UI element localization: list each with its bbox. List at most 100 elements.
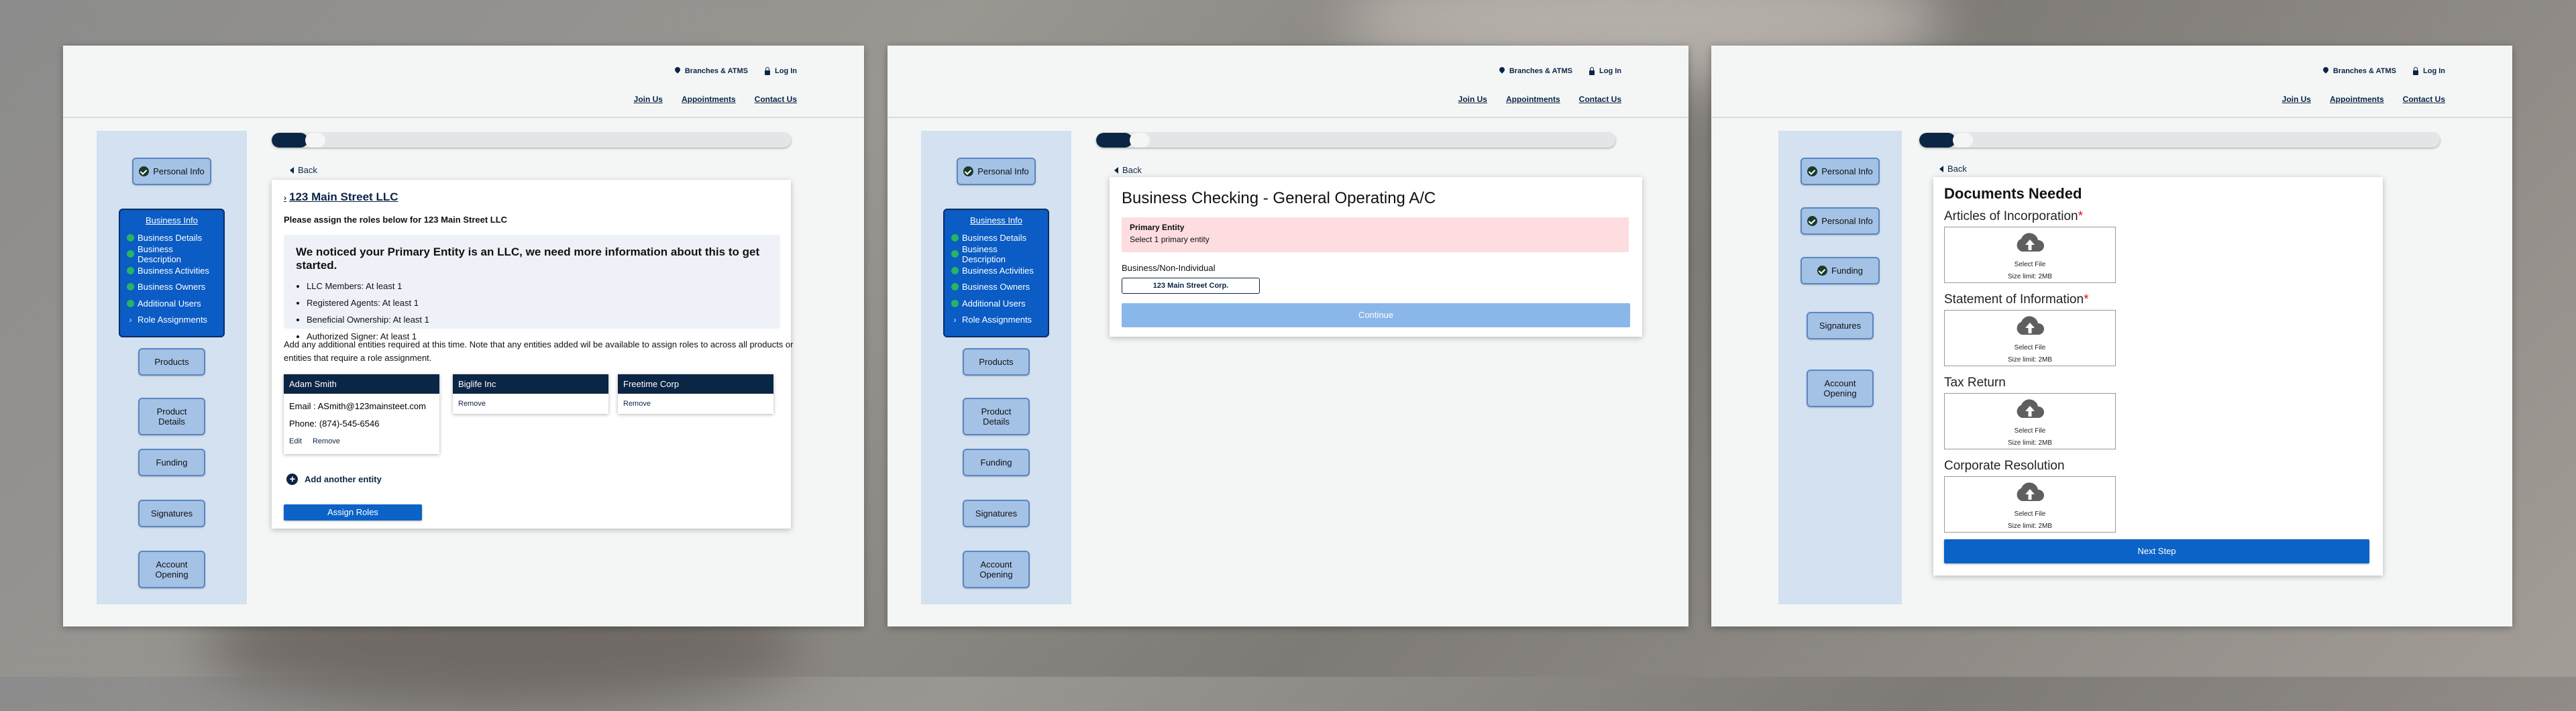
upload-cloud-icon — [2017, 482, 2045, 501]
file-upload-dropzone[interactable]: Select File Size limit: 2MB — [1944, 476, 2116, 533]
sidebar-subitem-business-description[interactable]: Business Description — [951, 244, 1041, 264]
sidebar-subitem-role-assignments[interactable]: › Role Assignments — [127, 312, 217, 329]
login-link[interactable]: Log In — [1589, 67, 1621, 75]
sidebar-item-signatures[interactable]: Signatures — [1807, 312, 1874, 339]
upload-cloud-icon — [2017, 233, 2045, 252]
nav-join-us[interactable]: Join Us — [2282, 95, 2311, 104]
sidebar-subitem-additional-users[interactable]: Additional Users — [951, 295, 1041, 312]
sidebar-item-personal-info[interactable]: Personal Info — [1801, 158, 1880, 185]
entity-email: Email : ASmith@123mainsteet.com — [289, 401, 426, 411]
select-file-label[interactable]: Select File — [1945, 427, 2115, 435]
entities-help-text: Add any additional entities required at … — [284, 339, 794, 363]
sidebar-subitem-business-owners[interactable]: Business Owners — [127, 279, 217, 296]
continue-button[interactable]: Continue — [1122, 303, 1630, 327]
sidebar-item-product-details[interactable]: Product Details — [138, 398, 205, 435]
progress-fill — [1919, 133, 1956, 148]
nav-contact-us[interactable]: Contact Us — [2403, 95, 2445, 104]
nav-appointments[interactable]: Appointments — [1506, 95, 1560, 104]
remove-entity-link[interactable]: Remove — [313, 433, 340, 450]
document-label: Corporate Resolution — [1944, 459, 2065, 474]
branches-link[interactable]: Branches & ATMS — [674, 67, 748, 75]
nav-contact-us[interactable]: Contact Us — [755, 95, 797, 104]
file-upload-dropzone[interactable]: Select File Size limit: 2MB — [1944, 310, 2116, 366]
complete-dot-icon — [951, 233, 959, 241]
sidebar-item-funding[interactable]: Funding — [1801, 257, 1880, 284]
check-circle-icon — [1817, 266, 1827, 276]
login-link[interactable]: Log In — [2412, 67, 2445, 75]
sidebar-subitem-business-owners[interactable]: Business Owners — [951, 279, 1041, 296]
back-link[interactable]: Back — [290, 165, 317, 175]
back-link[interactable]: Back — [1114, 165, 1142, 175]
sidebar-item-signatures[interactable]: Signatures — [963, 500, 1030, 527]
file-upload-dropzone[interactable]: Select File Size limit: 2MB — [1944, 393, 2116, 449]
location-pin-icon — [1499, 67, 1505, 75]
branches-link[interactable]: Branches & ATMS — [2322, 67, 2396, 75]
step-sidebar: Personal Info Business Info Business Det… — [921, 131, 1071, 604]
nav-join-us[interactable]: Join Us — [1458, 95, 1487, 104]
sidebar-subitem-additional-users[interactable]: Additional Users — [127, 295, 217, 312]
sidebar-subitem-business-description[interactable]: Business Description — [127, 244, 217, 264]
sidebar-item-product-details[interactable]: Product Details — [963, 398, 1030, 435]
product-screen: Branches & ATMS Log In Join Us Appointme… — [888, 46, 1688, 626]
sidebar-item-personal-info[interactable]: Personal Info — [1801, 207, 1880, 235]
select-file-label[interactable]: Select File — [1945, 510, 2115, 518]
login-link[interactable]: Log In — [764, 67, 797, 75]
sidebar-item-label: Business Info — [969, 215, 1023, 225]
edit-entity-link[interactable]: Edit — [289, 433, 302, 450]
documents-screen: Branches & ATMS Log In Join Us Appointme… — [1711, 46, 2512, 626]
progress-bar — [1096, 133, 1615, 148]
back-link[interactable]: Back — [1939, 164, 1967, 174]
select-file-label[interactable]: Select File — [1945, 344, 2115, 351]
remove-entity-link[interactable]: Remove — [623, 398, 651, 410]
document-name: Articles of Incorporation — [1944, 209, 2078, 223]
sidebar-item-signatures[interactable]: Signatures — [138, 500, 205, 527]
branches-link[interactable]: Branches & ATMS — [1499, 67, 1572, 75]
complete-dot-icon — [127, 266, 134, 274]
document-name: Corporate Resolution — [1944, 459, 2065, 473]
size-limit-label: Size limit: 2MB — [2007, 356, 2053, 364]
complete-dot-icon — [127, 299, 134, 307]
progress-knob — [305, 133, 326, 148]
entity-card-adam-smith: Adam Smith Email : ASmith@123mainsteet.c… — [284, 374, 439, 454]
progress-knob — [1953, 133, 1974, 148]
sidebar-item-account-opening[interactable]: Account Opening — [138, 551, 205, 588]
sidebar-subitem-business-activities[interactable]: Business Activities — [127, 262, 217, 279]
progress-fill — [272, 133, 309, 148]
sidebar-item-personal-info[interactable]: Personal Info — [957, 158, 1036, 185]
entity-type-label: Business/Non-Individual — [1122, 263, 1216, 273]
entity-chip[interactable]: 123 Main Street Corp. — [1122, 278, 1260, 294]
document-name: Statement of Information — [1944, 292, 2084, 307]
sidebar-item-personal-info[interactable]: Personal Info — [132, 158, 211, 185]
lock-icon — [764, 67, 771, 75]
add-entity-button[interactable]: + Add another entity — [286, 474, 382, 485]
nav-appointments[interactable]: Appointments — [2330, 95, 2384, 104]
sidebar-subitem-role-assignments[interactable]: › Role Assignments — [951, 312, 1041, 329]
remove-entity-link[interactable]: Remove — [458, 398, 486, 410]
sidebar-item-business-info[interactable]: Business Info Business Details Business … — [943, 209, 1049, 337]
select-file-label[interactable]: Select File — [1945, 261, 2115, 268]
assign-roles-button[interactable]: Assign Roles — [284, 504, 422, 521]
nav-join-us[interactable]: Join Us — [634, 95, 663, 104]
plus-circle-icon: + — [286, 474, 298, 485]
size-limit-label: Size limit: 2MB — [2007, 523, 2053, 530]
sidebar-item-funding[interactable]: Funding — [963, 449, 1030, 476]
file-upload-dropzone[interactable]: Select File Size limit: 2MB — [1944, 227, 2116, 283]
entity-title[interactable]: › 123 Main Street LLC — [284, 190, 398, 204]
sidebar-item-account-opening[interactable]: Account Opening — [963, 551, 1030, 588]
sidebar-item-products[interactable]: Products — [963, 348, 1030, 376]
nav-appointments[interactable]: Appointments — [682, 95, 736, 104]
sidebar-item-funding[interactable]: Funding — [138, 449, 205, 476]
complete-dot-icon — [951, 283, 959, 291]
roles-screen: Branches & ATMS Log In Join Us Appointme… — [63, 46, 864, 626]
sidebar-item-business-info[interactable]: Business Info Business Details Business … — [119, 209, 225, 337]
next-step-button[interactable]: Next Step — [1944, 539, 2369, 563]
list-item: Registered Agents: At least 1 — [307, 294, 768, 311]
notice-heading: We noticed your Primary Entity is an LLC… — [296, 245, 760, 272]
top-nav: Join Us Appointments Contact Us — [2282, 95, 2445, 104]
nav-contact-us[interactable]: Contact Us — [1579, 95, 1621, 104]
roles-instructions: Please assign the roles below for 123 Ma… — [284, 215, 508, 225]
sidebar-subitem-business-activities[interactable]: Business Activities — [951, 262, 1041, 279]
sidebar-item-account-opening[interactable]: Account Opening — [1807, 370, 1874, 407]
sidebar-item-products[interactable]: Products — [138, 348, 205, 376]
documents-card: Documents Needed Articles of Incorporati… — [1933, 177, 2383, 576]
